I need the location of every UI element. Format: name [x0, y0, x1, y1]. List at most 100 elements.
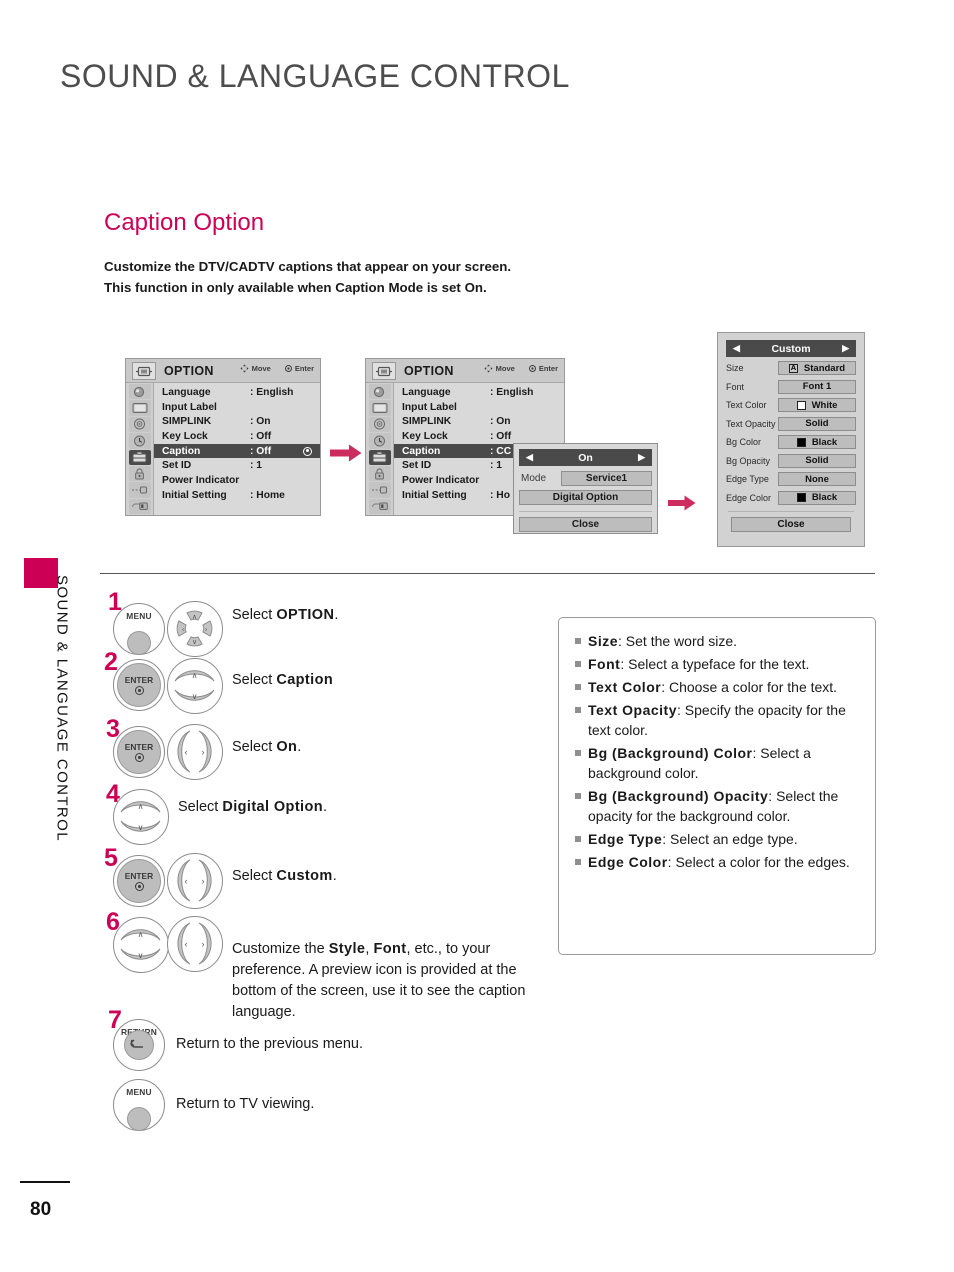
osd1-body: Language: English Input Label SIMPLINK: On… — [126, 383, 320, 515]
updown-step4[interactable]: ∧ ∨ — [113, 789, 169, 845]
popup-close-button[interactable]: Close — [519, 517, 652, 532]
bullet-square-icon — [575, 638, 581, 644]
info-bullet-text: Text Opacity: Specify the opacity for th… — [588, 700, 861, 740]
osd-menu-row[interactable]: Initial Setting : Home — [154, 488, 320, 503]
custom-row-value[interactable]: Black — [778, 435, 856, 449]
footer-divider — [20, 1181, 70, 1183]
info-bullet-term: Text Color — [588, 679, 662, 695]
custom-panel-row[interactable]: Bg Color Black — [726, 434, 856, 450]
osd-menu-row[interactable]: SIMPLINK: On — [154, 414, 320, 429]
enter-step3-button[interactable]: ENTER — [113, 726, 165, 778]
custom-row-value[interactable]: A Standard — [778, 361, 856, 375]
custom-row-value[interactable]: Solid — [778, 453, 856, 468]
return-step7-button[interactable]: RETURN — [113, 1019, 165, 1071]
step-instruction: Customize the Style, Font, etc., to your… — [232, 941, 526, 1020]
input-icon[interactable] — [368, 482, 391, 498]
lock-icon[interactable] — [368, 465, 391, 482]
info-bullet-term: Edge Type — [588, 831, 663, 847]
bullet-square-icon — [575, 836, 581, 842]
audio-icon[interactable] — [128, 416, 151, 433]
custom-panel-row[interactable]: Font Font 1 — [726, 379, 856, 395]
popup-prev-arrow-icon[interactable]: ◀ — [526, 452, 533, 463]
osd-row-value: : English — [490, 386, 534, 398]
info-bullet-item: Text Opacity: Specify the opacity for th… — [571, 700, 861, 740]
osd-menu-row[interactable]: Caption: Off — [154, 443, 320, 459]
osd-menu-row[interactable]: Power Indicator — [154, 473, 320, 488]
info-bullet-term: Text Opacity — [588, 702, 677, 718]
osd-menu-row[interactable]: Key Lock: Off — [154, 429, 320, 444]
osd-row-value: : Off — [250, 430, 272, 442]
custom-row-value[interactable]: Solid — [778, 416, 856, 431]
leftright-step3[interactable]: ‹ › — [167, 724, 223, 780]
usb-icon[interactable] — [128, 498, 151, 514]
custom-row-value[interactable]: Black — [778, 490, 856, 505]
custom-row-value[interactable]: White — [778, 398, 856, 412]
info-bullet-desc: : Set the word size. — [618, 633, 738, 649]
osd-menu-row[interactable]: Set ID: 1 — [154, 458, 320, 473]
audio-icon[interactable] — [368, 416, 391, 433]
input-icon[interactable] — [128, 482, 151, 498]
osd-row-value: : Home — [250, 489, 285, 501]
info-bullet-item: Edge Color: Select a color for the edges… — [571, 852, 861, 872]
usb-icon[interactable] — [368, 498, 391, 514]
osd-menu-row[interactable]: Key Lock: Off — [394, 429, 564, 444]
custom-panel-row[interactable]: Text Color White — [726, 397, 856, 413]
osd-menu-row[interactable]: Input Label — [394, 400, 564, 415]
osd-row-label: Initial Setting — [162, 489, 227, 501]
custom-panel-row[interactable]: Size A Standard — [726, 360, 856, 376]
enter-step2-button[interactable]: ENTER — [113, 659, 165, 711]
enter-step3-button-inner: ENTER — [117, 730, 161, 774]
menu-step1-button[interactable]: MENU — [113, 603, 165, 655]
custom-row-value[interactable]: None — [778, 472, 856, 486]
osd-menu-row[interactable]: Language: English — [154, 385, 320, 400]
osd-menu-row[interactable]: Input Label — [154, 400, 320, 415]
custom-caption-panel: ◀ Custom ▶ Size A Standard Font Font 1 Text C… — [717, 332, 865, 547]
custom-row-value[interactable]: Font 1 — [778, 379, 856, 394]
updown-step2[interactable]: ∧ ∨ — [167, 658, 223, 714]
leftright-step5[interactable]: ‹ › — [167, 853, 223, 909]
info-bullet-text: Font: Select a typeface for the text. — [588, 654, 861, 674]
osd2-hint-move: Move — [495, 364, 515, 373]
time-icon[interactable] — [128, 433, 151, 449]
enter-step5-button-label: ENTER — [124, 871, 154, 881]
osd2-icon-rail — [366, 383, 394, 515]
svg-text:∧: ∧ — [138, 802, 144, 811]
osd-row-label: Input Label — [402, 401, 457, 413]
osd2-title: OPTION — [404, 363, 454, 378]
screen-icon[interactable] — [128, 400, 151, 416]
popup-mode-value[interactable]: Service1 — [561, 471, 652, 486]
intro-line-1: Customize the DTV/CADTV captions that ap… — [104, 259, 512, 274]
custom-prev-arrow-icon[interactable]: ◀ — [733, 343, 740, 354]
picture-icon[interactable] — [128, 384, 151, 400]
custom-next-arrow-icon[interactable]: ▶ — [842, 343, 849, 354]
popup-next-arrow-icon[interactable]: ▶ — [638, 452, 645, 463]
custom-panel-close-button[interactable]: Close — [731, 516, 851, 532]
picture-icon[interactable] — [368, 384, 391, 400]
enter-step5-button[interactable]: ENTER — [113, 855, 165, 907]
lock-icon[interactable] — [128, 465, 151, 482]
leftright-step6[interactable]: ‹ › — [167, 916, 223, 972]
dpad-step1[interactable]: ∧ ∨ ‹ › — [167, 601, 223, 657]
custom-panel-row[interactable]: Edge Color Black — [726, 490, 856, 506]
updown-step6[interactable]: ∧ ∨ — [113, 917, 169, 973]
osd-menu-row[interactable]: Language: English — [394, 385, 564, 400]
page-title: SOUND & LANGUAGE CONTROL — [60, 58, 570, 94]
step-emphasis: On — [276, 739, 298, 755]
time-icon[interactable] — [368, 433, 391, 449]
menu-step8-button[interactable]: MENU — [113, 1079, 165, 1131]
enter-step5-button-dot-icon — [134, 882, 144, 891]
enter-step3-button-label: ENTER — [124, 742, 154, 752]
option-icon[interactable] — [368, 449, 391, 465]
option-icon[interactable] — [128, 449, 151, 465]
popup-digital-option-button[interactable]: Digital Option — [519, 490, 652, 505]
osd1-hints: Move Enter — [240, 364, 314, 373]
bullet-square-icon — [575, 707, 581, 713]
custom-panel-row[interactable]: Text Opacity Solid — [726, 416, 856, 432]
step-emphasis: Font — [373, 941, 407, 957]
svg-text:∨: ∨ — [138, 951, 144, 960]
osd-menu-row[interactable]: SIMPLINK: On — [394, 414, 564, 429]
custom-panel-row[interactable]: Bg Opacity Solid — [726, 453, 856, 469]
screen-icon[interactable] — [368, 400, 391, 416]
custom-panel-row[interactable]: Edge Type None — [726, 471, 856, 487]
popup-header: ◀ On ▶ — [519, 449, 652, 466]
